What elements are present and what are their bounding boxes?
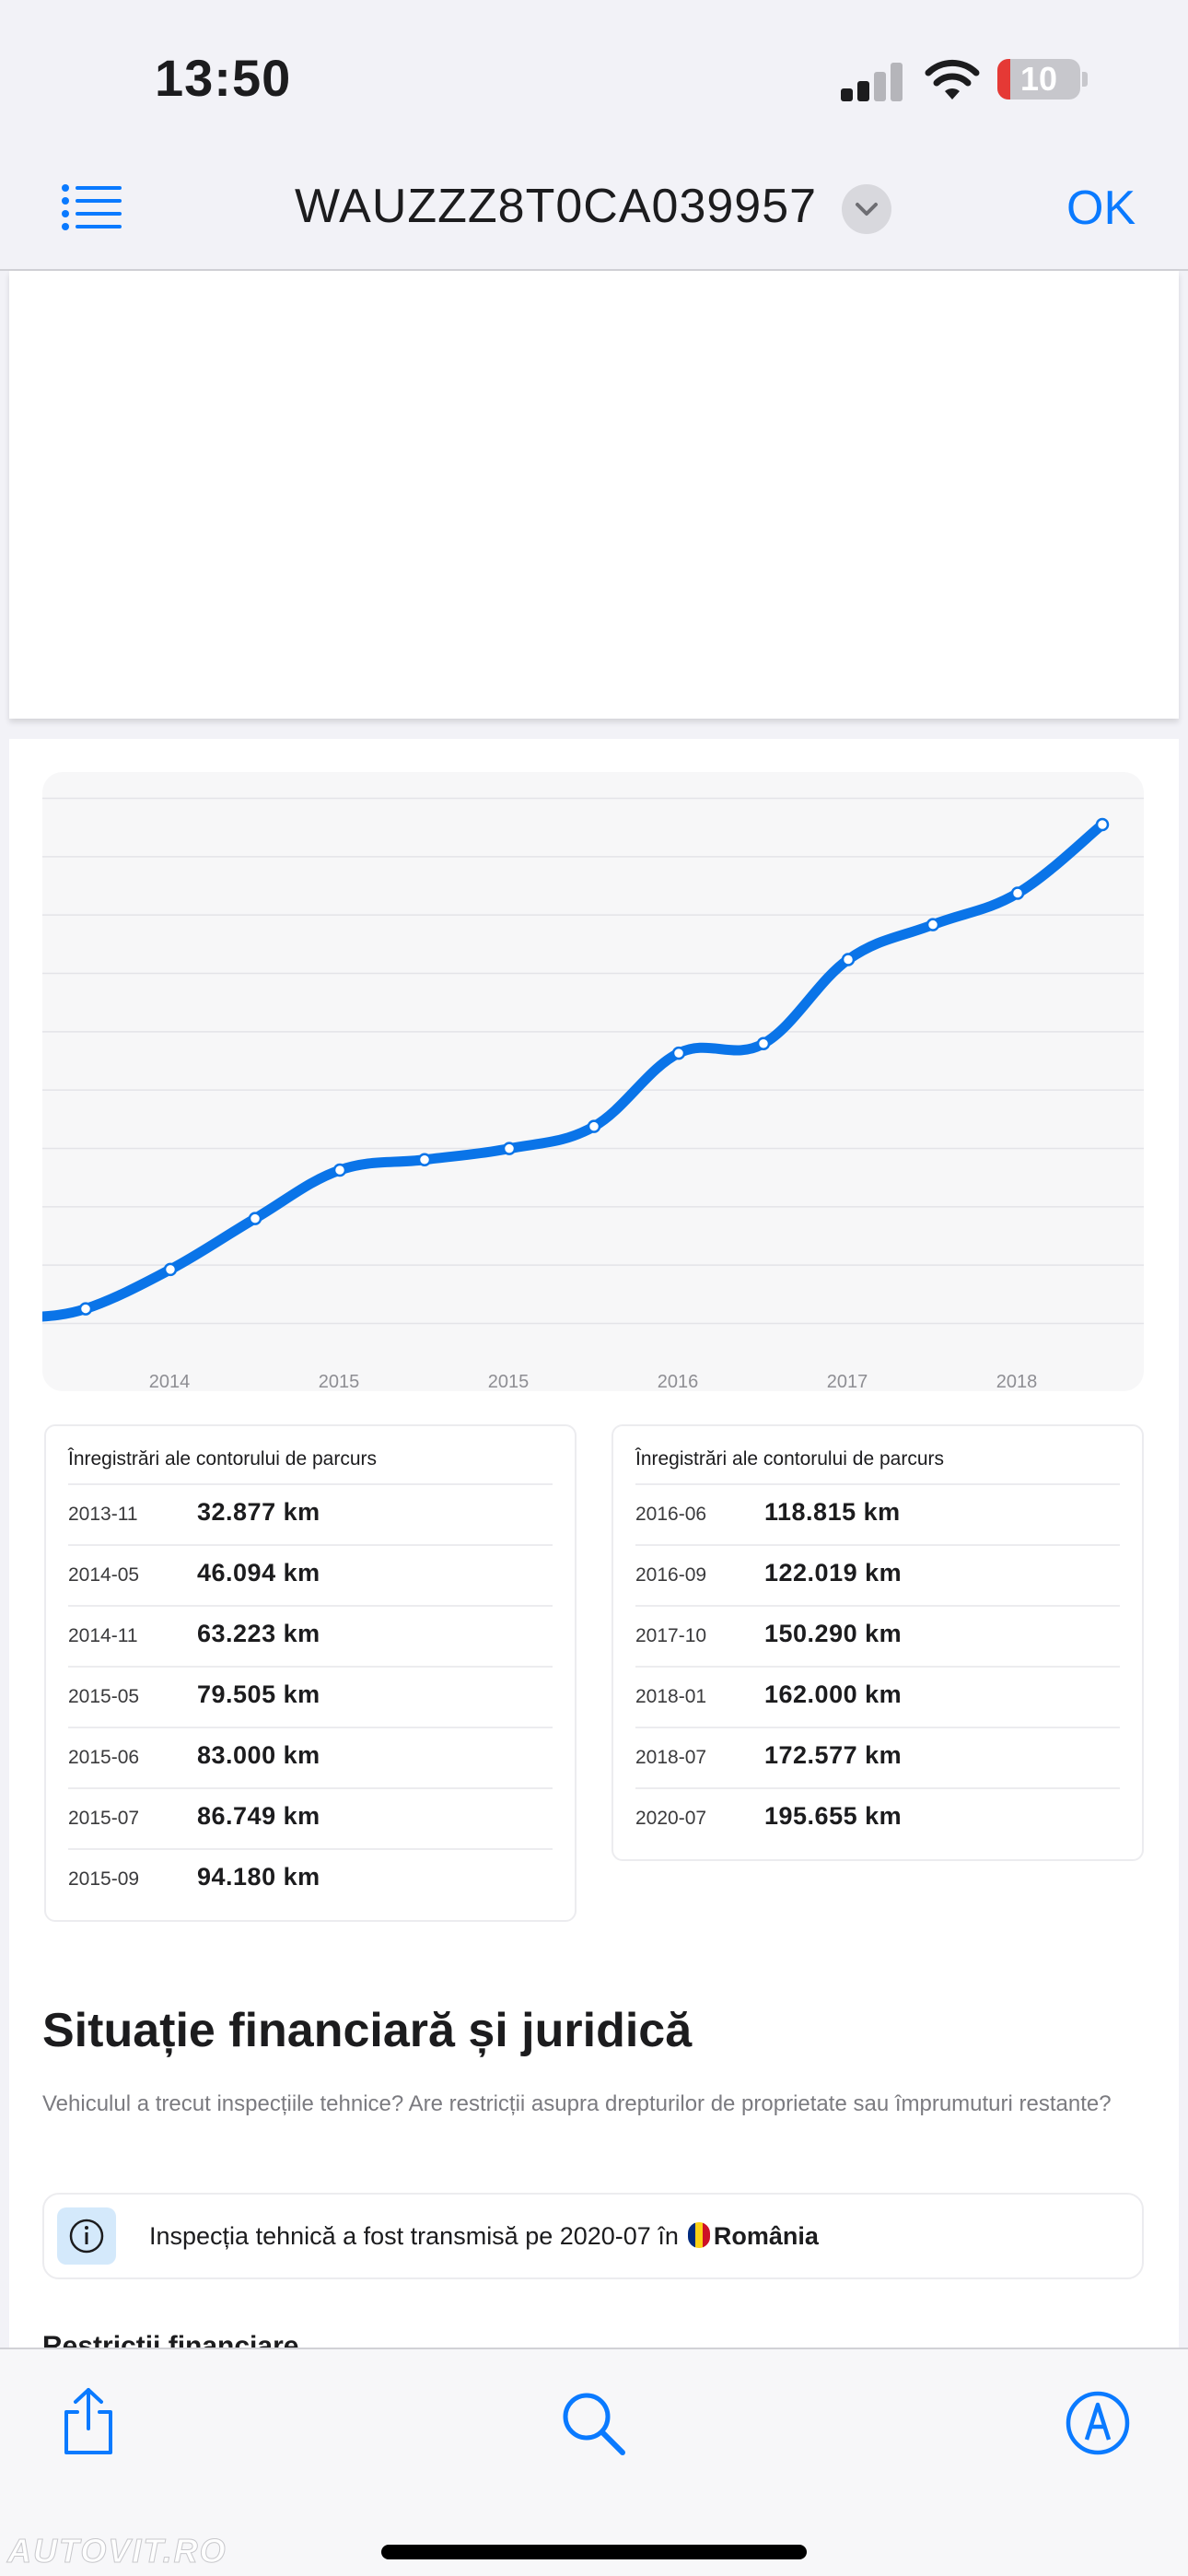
share-icon[interactable]	[59, 2386, 118, 2456]
mileage-date: 2016-06	[635, 1504, 707, 1525]
data-point	[248, 1212, 262, 1225]
data-point	[756, 1036, 771, 1051]
mileage-row: 2018-01 162.000 km	[635, 1666, 1120, 1727]
series-line	[42, 819, 1108, 1322]
watermark: AUTOVIT.RO	[7, 2532, 227, 2570]
mileage-date: 2013-11	[68, 1504, 138, 1525]
title-dropdown-button[interactable]	[842, 184, 891, 234]
search-icon[interactable]	[560, 2390, 628, 2458]
x-tick-label: 2014	[149, 1372, 191, 1391]
mileage-table-right: Înregistrări ale contorului de parcurs 2…	[611, 1424, 1144, 1861]
mileage-row: 2018-07 172.577 km	[635, 1727, 1120, 1787]
mileage-table-title: Înregistrări ale contorului de parcurs	[68, 1448, 377, 1469]
mileage-value: 79.505 km	[197, 1680, 320, 1708]
data-point	[841, 953, 856, 966]
romania-flag-icon	[687, 2222, 710, 2248]
mileage-date: 2015-07	[68, 1808, 140, 1829]
mileage-date: 2015-09	[68, 1868, 140, 1890]
mileage-date: 2016-09	[635, 1564, 707, 1586]
data-point	[671, 1046, 686, 1060]
section-title: Situație financiară și juridică	[42, 2004, 693, 2057]
data-point	[417, 1153, 432, 1166]
mileage-date: 2015-06	[68, 1747, 140, 1768]
mileage-value: 63.223 km	[197, 1620, 320, 1647]
home-indicator	[381, 2545, 807, 2559]
markup-pen-icon[interactable]	[1065, 2390, 1131, 2456]
x-tick-label: 2016	[658, 1372, 699, 1391]
mileage-value: 150.290 km	[764, 1620, 903, 1647]
mileage-table-left: Înregistrări ale contorului de parcurs 2…	[44, 1424, 577, 1922]
data-point	[926, 918, 940, 931]
inspection-country: România	[713, 2222, 819, 2250]
list-icon[interactable]	[61, 182, 123, 234]
x-tick-label: 2015	[319, 1372, 360, 1391]
mileage-row: 2015-06 83.000 km	[68, 1727, 553, 1787]
mileage-row: 2016-06 118.815 km	[635, 1483, 1120, 1544]
inspection-info-box: Inspecția tehnică a fost transmisă pe 20…	[42, 2193, 1144, 2279]
financial-restrictions-heading: Restricții financiare	[42, 2331, 299, 2348]
status-bar: 13:50 10	[0, 0, 1188, 157]
mileage-row: 2014-11 63.223 km	[68, 1605, 553, 1666]
mileage-value: 94.180 km	[197, 1863, 320, 1891]
info-icon	[57, 2207, 116, 2265]
mileage-value: 162.000 km	[764, 1680, 903, 1708]
inspection-text: Inspecția tehnică a fost transmisă pe 20…	[149, 2222, 819, 2251]
mileage-row: 2014-05 46.094 km	[68, 1544, 553, 1605]
mileage-value: 172.577 km	[764, 1741, 903, 1769]
x-tick-label: 2017	[827, 1372, 868, 1391]
inspection-label: Inspecția tehnică a fost transmisă pe 20…	[149, 2222, 679, 2250]
x-tick-label: 2018	[996, 1372, 1038, 1391]
mileage-date: 2014-11	[68, 1625, 138, 1646]
cellular-signal-icon	[841, 61, 905, 101]
data-point	[1095, 817, 1110, 832]
mileage-row: 2015-05 79.505 km	[68, 1666, 553, 1727]
mileage-row: 2013-11 32.877 km	[68, 1483, 553, 1544]
mileage-date: 2018-01	[635, 1686, 707, 1707]
mileage-row: 2015-09 94.180 km	[68, 1848, 553, 1909]
chevron-down-icon	[856, 203, 878, 216]
data-point	[163, 1262, 178, 1277]
section-description: Vehiculul a trecut inspecțiile tehnice? …	[42, 2091, 1112, 2116]
ok-button[interactable]: OK	[1066, 181, 1136, 236]
mileage-date: 2015-05	[68, 1686, 140, 1707]
mileage-chart-svg: 2014 2015 2015 2016 2017 2018	[42, 797, 1144, 1391]
page-title: WAUZZZ8T0CA039957	[295, 180, 818, 233]
battery-cap	[1082, 72, 1088, 87]
data-point	[332, 1163, 347, 1177]
mileage-value: 86.749 km	[197, 1802, 320, 1830]
status-time: 13:50	[155, 49, 292, 107]
mileage-table-title: Înregistrări ale contorului de parcurs	[635, 1448, 944, 1469]
mileage-value: 195.655 km	[764, 1802, 903, 1830]
mileage-value: 118.815 km	[764, 1498, 901, 1526]
mileage-value: 122.019 km	[764, 1559, 903, 1587]
mileage-value: 83.000 km	[197, 1741, 320, 1769]
mileage-date: 2017-10	[635, 1625, 707, 1646]
battery-icon: 10	[997, 59, 1080, 100]
mileage-row: 2016-09 122.019 km	[635, 1544, 1120, 1605]
battery-level: 10	[1019, 60, 1058, 98]
content-card-top	[9, 271, 1179, 719]
mileage-date: 2020-07	[635, 1808, 707, 1829]
mileage-date: 2018-07	[635, 1747, 707, 1768]
mileage-row: 2020-07 195.655 km	[635, 1787, 1120, 1848]
main-content: 2014 2015 2015 2016 2017 2018 Înregistrări al…	[9, 739, 1179, 2348]
data-point	[502, 1142, 517, 1155]
data-point	[587, 1119, 601, 1133]
mileage-value: 32.877 km	[197, 1498, 320, 1526]
mileage-value: 46.094 km	[197, 1559, 320, 1587]
mileage-date: 2014-05	[68, 1564, 140, 1586]
x-tick-label: 2015	[488, 1372, 530, 1391]
mileage-row: 2015-07 86.749 km	[68, 1787, 553, 1848]
mileage-chart: 2014 2015 2015 2016 2017 2018	[42, 772, 1144, 1391]
mileage-row: 2017-10 150.290 km	[635, 1605, 1120, 1666]
nav-bar: WAUZZZ8T0CA039957 OK	[0, 157, 1188, 271]
data-point	[78, 1302, 93, 1316]
bottom-toolbar: AUTOVIT.RO	[0, 2348, 1188, 2576]
data-point	[1010, 886, 1025, 900]
wifi-icon	[925, 59, 980, 100]
